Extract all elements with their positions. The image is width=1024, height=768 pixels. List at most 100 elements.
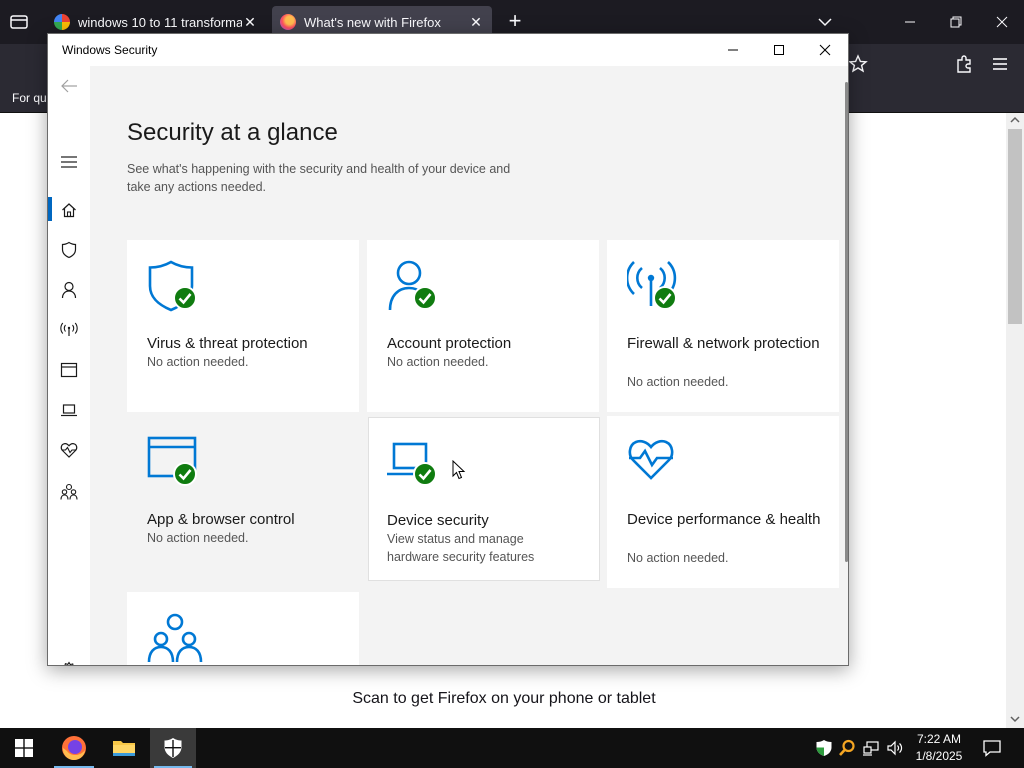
sidebar-item-device-security[interactable] — [59, 400, 79, 420]
minimize-button[interactable] — [710, 34, 756, 66]
notification-icon[interactable] — [982, 738, 1002, 758]
close-icon[interactable]: ✕ — [468, 14, 484, 31]
page-subtitle: See what's happening with the security a… — [127, 162, 511, 194]
tile-account-protection[interactable]: Account protection No action needed. — [367, 240, 599, 412]
tile-family-options[interactable] — [127, 592, 359, 665]
laptop-check-icon — [387, 442, 437, 486]
windows-start-icon — [15, 739, 33, 757]
person-check-icon — [388, 260, 437, 311]
mouse-cursor-icon — [452, 460, 466, 480]
sidebar-item-device-performance[interactable] — [59, 440, 79, 460]
minimize-icon — [728, 49, 738, 51]
tray-network[interactable] — [861, 738, 881, 758]
scrollbar-thumb[interactable] — [1008, 129, 1022, 324]
laptop-icon — [61, 404, 77, 417]
back-arrow-icon — [61, 79, 77, 93]
heart-pulse-icon — [60, 443, 78, 458]
hamburger-menu-icon — [61, 156, 77, 168]
sidebar-item-home[interactable] — [59, 200, 79, 220]
restore-icon[interactable] — [944, 10, 968, 34]
clock-date: 1/8/2025 — [915, 749, 963, 763]
new-tab-button[interactable]: + — [504, 10, 526, 34]
bookmark-star-icon[interactable] — [848, 54, 868, 74]
taskbar-windows-security[interactable] — [150, 728, 196, 768]
firefox-view-icon[interactable] — [8, 12, 30, 32]
taskbar-file-explorer[interactable] — [100, 728, 148, 768]
firefox-icon — [62, 736, 86, 761]
close-icon[interactable]: ✕ — [242, 14, 258, 31]
tile-app-browser-control[interactable]: App & browser control No action needed. — [127, 416, 359, 588]
tile-title: Virus & threat protection — [147, 335, 308, 352]
tab-title: What's new with Firefox — [304, 14, 441, 30]
tile-status: No action needed. — [627, 551, 729, 565]
navigation-sidebar — [48, 66, 90, 665]
taskbar-clock[interactable]: 7:22 AM 1/8/2025 — [906, 731, 972, 765]
scan-promo-text: Scan to get Firefox on your phone or tab… — [352, 690, 656, 707]
sidebar-item-family-options[interactable] — [59, 482, 79, 502]
shield-tray-icon — [816, 740, 832, 756]
wireless-icon — [60, 322, 78, 336]
bookmarks-bar-text[interactable]: For qu — [12, 91, 47, 105]
window-title-bar[interactable]: Windows Security — [48, 34, 848, 66]
page-title: Security at a glance — [127, 119, 338, 146]
family-icon — [147, 613, 203, 663]
windows-security-icon — [164, 738, 182, 758]
settings-button[interactable] — [59, 660, 79, 665]
close-icon — [819, 44, 831, 56]
extensions-icon[interactable] — [954, 54, 974, 74]
family-icon — [60, 483, 78, 500]
tile-virus-threat-protection[interactable]: Virus & threat protection No action need… — [127, 240, 359, 412]
maximize-icon — [774, 45, 784, 55]
tray-volume[interactable] — [885, 738, 905, 758]
tile-title: App & browser control — [147, 511, 295, 528]
tile-status: No action needed. — [147, 531, 249, 545]
person-icon — [61, 281, 77, 299]
firefox-icon — [280, 14, 296, 30]
clock-time: 7:22 AM — [916, 732, 962, 746]
tile-firewall-network-protection[interactable]: Firewall & network protection No action … — [607, 240, 839, 412]
tile-status: No action needed. — [147, 355, 249, 369]
tile-device-security[interactable]: Device security View status and manage h… — [368, 417, 600, 581]
search-icon — [839, 739, 855, 756]
browser-window-icon — [60, 362, 78, 378]
close-button[interactable] — [802, 34, 848, 66]
hamburger-menu-icon[interactable] — [990, 54, 1010, 74]
tile-status: No action needed. — [627, 375, 729, 389]
maximize-button[interactable] — [756, 34, 802, 66]
tray-search[interactable] — [837, 738, 857, 758]
start-button[interactable] — [0, 728, 48, 768]
home-icon — [62, 203, 76, 218]
window-scrollbar[interactable] — [845, 82, 848, 562]
sidebar-item-app-browser-control[interactable] — [59, 360, 79, 380]
chevron-down-icon[interactable] — [814, 12, 836, 32]
google-icon — [54, 14, 70, 30]
sidebar-item-account-protection[interactable] — [59, 280, 79, 300]
windows-security-window: Windows Security Security at a glance Se… — [47, 33, 849, 666]
sidebar-item-virus-protection[interactable] — [59, 240, 79, 260]
tile-title: Device security — [387, 512, 489, 529]
tray-security[interactable] — [814, 738, 834, 758]
close-icon[interactable] — [990, 10, 1014, 34]
network-icon — [863, 741, 879, 756]
tile-device-performance-health[interactable]: Device performance & health No action ne… — [607, 416, 839, 588]
window-title: Windows Security — [62, 43, 158, 57]
file-explorer-icon — [113, 741, 135, 756]
scroll-up-icon[interactable] — [1010, 115, 1020, 125]
tile-title: Account protection — [387, 335, 512, 352]
back-button[interactable] — [59, 76, 79, 96]
shield-check-icon — [148, 260, 197, 312]
page-scrollbar[interactable] — [1006, 113, 1024, 728]
browser-check-icon — [147, 436, 197, 486]
gear-icon — [64, 661, 74, 665]
tile-title: Device performance & health — [627, 511, 821, 528]
minimize-icon[interactable] — [898, 10, 922, 34]
hamburger-menu-button[interactable] — [59, 152, 79, 172]
shield-icon — [61, 241, 77, 259]
antenna-check-icon — [627, 261, 677, 310]
scroll-down-icon[interactable] — [1010, 714, 1020, 724]
tab-title: windows 10 to 11 transformation — [78, 14, 242, 30]
taskbar-firefox[interactable] — [50, 728, 98, 768]
tile-status: View status and manage hardware security… — [387, 532, 535, 564]
tile-title: Firewall & network protection — [627, 335, 820, 352]
sidebar-item-firewall[interactable] — [59, 320, 79, 340]
